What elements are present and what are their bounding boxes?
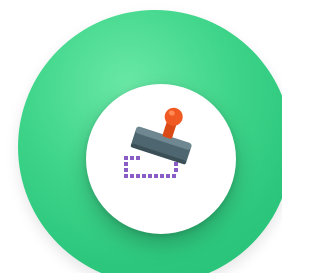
- stamp-icon: [124, 107, 192, 178]
- app-icon-canvas: [0, 0, 282, 273]
